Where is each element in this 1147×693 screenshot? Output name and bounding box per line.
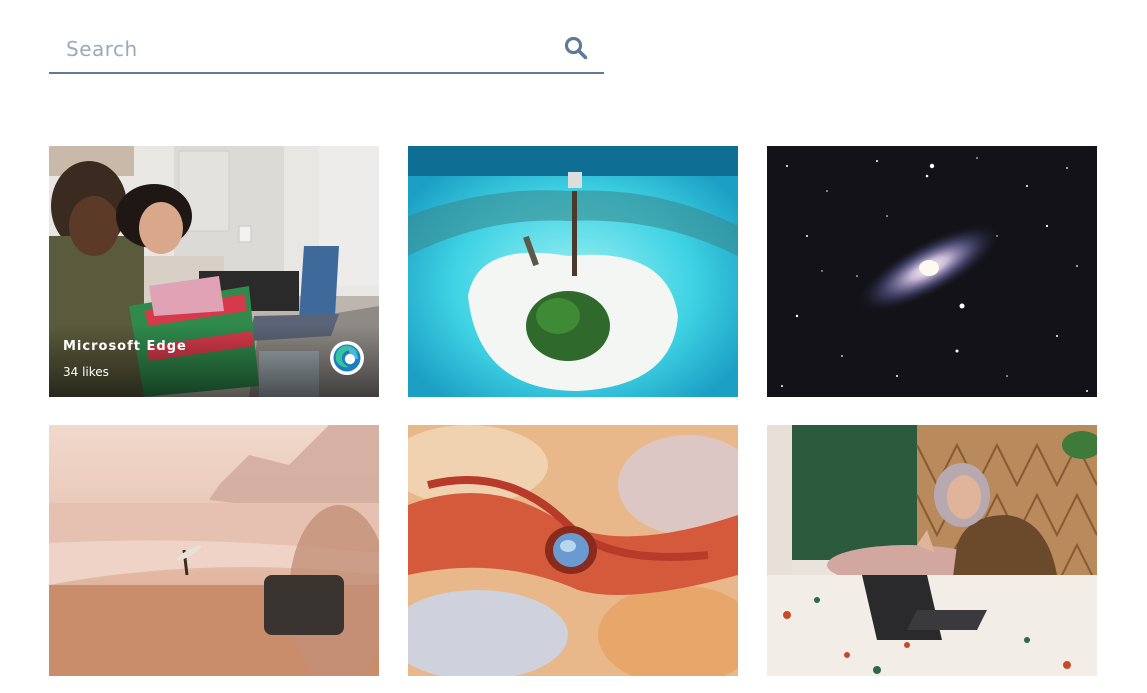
tropical-island-image	[408, 146, 738, 397]
abstract-landscape-image	[408, 425, 738, 676]
tile-overlay: Microsoft Edge 34 likes	[49, 325, 379, 397]
likes-count: 34 likes	[63, 365, 109, 379]
gallery-tile-5[interactable]	[408, 425, 738, 676]
galaxy-image	[767, 146, 1097, 397]
gallery-tile-1[interactable]: Microsoft Edge 34 likes	[49, 146, 379, 397]
gallery-tile-3[interactable]	[767, 146, 1097, 397]
gallery-tile-2[interactable]	[408, 146, 738, 397]
misty-beach-image	[49, 425, 379, 676]
edge-logo-icon	[330, 341, 364, 375]
gallery-tile-6[interactable]	[767, 425, 1097, 676]
gallery-tile-4[interactable]	[49, 425, 379, 676]
overlay-title: Microsoft Edge	[63, 339, 187, 354]
search-icon[interactable]	[563, 35, 589, 61]
search-input[interactable]	[66, 34, 536, 64]
video-call-image	[767, 425, 1097, 676]
search-bar	[49, 26, 604, 74]
